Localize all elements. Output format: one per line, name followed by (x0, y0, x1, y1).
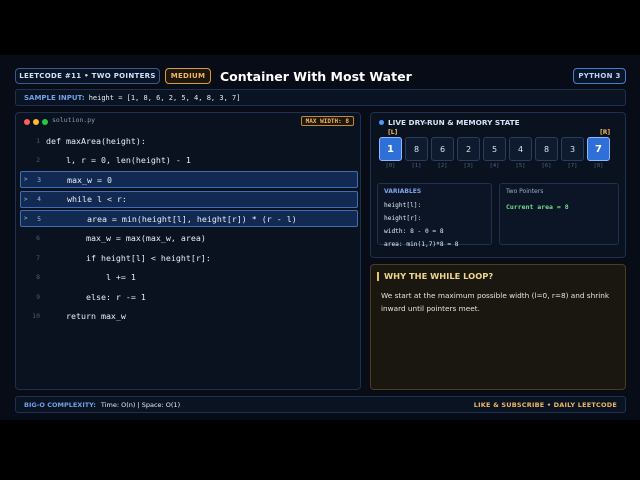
code-text: max_w = 0 (47, 174, 112, 185)
array-cell-value: 1 (379, 137, 402, 161)
complexity-value: Time: O(n) | Space: O(1) (100, 400, 181, 409)
array-cell-index: [3] (463, 163, 474, 169)
array-cell: 5 [4] (483, 137, 506, 169)
file-name: solution.py (52, 116, 96, 124)
code-text: max_w = max(max_w, area) (46, 233, 206, 243)
array-cell: 2 [3] (457, 137, 480, 169)
variable-row: height[r]: (384, 215, 422, 222)
array-cell-value: 3 (561, 137, 584, 161)
explanation-title-text: WHY THE WHILE LOOP? (384, 271, 494, 281)
current-line-arrow-icon: > (24, 215, 28, 222)
code-line: 7 if height[l] < height[r]: (16, 249, 360, 266)
code-line: 10 return max_w (16, 308, 360, 325)
variables-box: VARIABLES height[l]: height[r]: width: 8… (377, 183, 492, 248)
code-text: l += 1 (46, 272, 136, 282)
code-text: else: r -= 1 (46, 291, 146, 302)
max-width-badge: MAX WIDTH: 8 (300, 116, 354, 126)
code-text: l, r = 0, len(height) - 1 (46, 155, 191, 165)
window-controls (24, 119, 48, 125)
code-line: >5 area = min(height[l], height[r]) * (r… (20, 210, 358, 227)
two-pointers-title: Two Pointers (506, 188, 544, 195)
code-text: def maxArea(height): (46, 135, 146, 146)
array-cell-index: [6] (541, 163, 552, 169)
left-pointer-label: [L] (388, 129, 398, 136)
accent-bar (377, 271, 379, 281)
code-text: return max_w (46, 311, 126, 321)
difficulty-badge: MEDIUM (165, 68, 211, 84)
array-cell-value: 5 (483, 137, 506, 161)
array-cell-value: 7 (587, 137, 610, 161)
code-line: 9 else: r -= 1 (16, 288, 360, 305)
array-cell-index: [5] (515, 163, 526, 169)
array-cells: 1 [0] 8 [1] 6 [2] 2 [3] 5 [4] 4 [5] 8 [6] 3 [7] 7 [8] (379, 137, 610, 169)
bullet-icon (379, 120, 384, 125)
array-cell: 1 [0] (379, 137, 402, 169)
array-cell-index: [7] (567, 163, 578, 169)
memory-title-text: LIVE DRY-RUN & MEMORY STATE (388, 118, 520, 127)
array-cell-index: [2] (437, 163, 448, 169)
close-dot-icon (24, 119, 30, 125)
line-number: 1 (36, 136, 40, 145)
array-cell-index: [1] (411, 163, 422, 169)
sample-input-label: SAMPLE INPUT: (24, 93, 85, 102)
explanation-title: WHY THE WHILE LOOP? (377, 271, 493, 281)
array-cell-value: 6 (431, 137, 454, 161)
memory-panel: LIVE DRY-RUN & MEMORY STATE [L] [R] 1 [0]… (370, 112, 626, 258)
array-cell: 4 [5] (509, 137, 532, 169)
code-editor: solution.py MAX WIDTH: 8 1 def maxArea(he… (15, 112, 361, 390)
code-line: 8 l += 1 (16, 269, 360, 286)
array-cell: 3 [7] (561, 137, 584, 169)
explanation-panel: WHY THE WHILE LOOP? We start at the maxi… (370, 264, 626, 390)
line-number: 2 (36, 156, 40, 164)
array-cell: 8 [1] (405, 137, 428, 169)
code-line: 1 def maxArea(height): (16, 132, 360, 149)
complexity-label: BIG-O COMPLEXITY: (24, 400, 96, 409)
problem-tag: LEETCODE #11 • TWO POINTERS (15, 68, 160, 84)
array-cell: 6 [2] (431, 137, 454, 169)
language-badge: PYTHON 3 (573, 68, 626, 84)
code-line: 2 l, r = 0, len(height) - 1 (16, 152, 360, 169)
array-cell-index: [4] (489, 163, 500, 169)
array-cell: 8 [6] (535, 137, 558, 169)
variable-row: width: 8 - 0 = 8 (384, 228, 444, 235)
array-cell-value: 8 (405, 137, 428, 161)
variable-row: height[l]: (384, 202, 422, 209)
array-cell-value: 4 (509, 137, 532, 161)
maximize-dot-icon (42, 119, 48, 125)
array-cell-value: 2 (457, 137, 480, 161)
footer-bar: BIG-O COMPLEXITY: Time: O(n) | Space: O(… (15, 396, 626, 413)
code-text: while l < r: (47, 194, 127, 204)
line-number: 6 (36, 234, 40, 242)
array-cell-index: [0] (385, 163, 396, 169)
subscribe-cta[interactable]: LIKE & SUBSCRIBE • DAILY LEETCODE (474, 401, 617, 409)
current-line-arrow-icon: > (24, 176, 28, 183)
right-pointer-label: [R] (600, 129, 611, 136)
code-text: area = min(height[l], height[r]) * (r - … (47, 213, 297, 224)
line-number: 8 (36, 273, 40, 281)
code-text: if height[l] < height[r]: (46, 252, 211, 263)
array-cell-value: 8 (535, 137, 558, 161)
code-line: >4 while l < r: (20, 190, 358, 208)
code-line: 6 max_w = max(max_w, area) (16, 230, 360, 247)
sample-input-bar: SAMPLE INPUT: height = [1, 8, 6, 2, 5, 4… (15, 89, 626, 106)
line-number: 7 (36, 253, 40, 262)
sample-input-value: height = [1, 8, 6, 2, 5, 4, 8, 3, 7] (88, 93, 241, 102)
current-area: Current area = 8 (506, 203, 569, 211)
line-number: 9 (36, 292, 40, 301)
memory-title: LIVE DRY-RUN & MEMORY STATE (379, 118, 520, 127)
code-line: >3 max_w = 0 (20, 171, 358, 188)
variables-title: VARIABLES (384, 188, 422, 195)
variable-row: area: min(1,7)*8 = 8 (384, 241, 459, 248)
array-cell-index: [8] (593, 163, 604, 169)
minimize-dot-icon (33, 119, 39, 125)
array-cell: 7 [8] (587, 137, 610, 169)
page-title: Container With Most Water (220, 68, 412, 84)
two-pointers-box: Two Pointers Current area = 8 (499, 183, 619, 245)
line-number: 10 (32, 312, 40, 320)
explanation-body: We start at the maximum possible width (… (381, 291, 610, 313)
current-line-arrow-icon: > (24, 195, 28, 203)
